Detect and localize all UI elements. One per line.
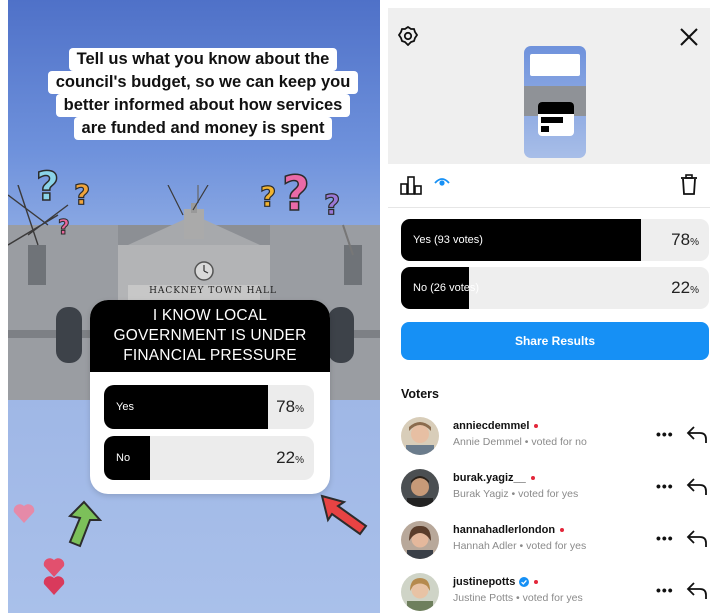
story-thumbnail-area [388, 8, 710, 164]
svg-text:?: ? [58, 215, 70, 239]
avatar[interactable] [401, 573, 439, 611]
reply-icon[interactable] [686, 424, 708, 444]
poll-option-yes-label: Yes [116, 401, 134, 413]
result-bar-no-percent: 22% [671, 278, 699, 297]
voter-username[interactable]: justinepotts [453, 576, 539, 588]
voter-subtitle: Annie Demmel • voted for no [453, 436, 587, 448]
svg-text:?: ? [36, 164, 59, 210]
poll-results-screen: HACKNEY TOWN HALL Tell us what you know … [0, 0, 710, 613]
svg-text:?: ? [260, 180, 276, 213]
result-bar-yes-label: Yes (93 votes) [413, 234, 483, 246]
poll-question: I KNOW LOCAL GOVERNMENT IS UNDER FINANCI… [90, 300, 330, 372]
close-icon[interactable] [678, 26, 700, 48]
heart-icon [43, 576, 65, 595]
result-bar-no: No (26 votes) 22% [401, 267, 709, 309]
svg-text:?: ? [282, 166, 310, 222]
poll-option-no: No 22% [104, 436, 314, 480]
more-options-icon[interactable]: ••• [656, 582, 674, 598]
poll-option-yes-percent: 78% [276, 397, 304, 416]
voters-heading: Voters [401, 387, 439, 401]
poll-option-no-label: No [116, 452, 131, 464]
voter-row[interactable]: anniecdemmel Annie Demmel • voted for no… [388, 414, 710, 464]
poll-option-yes: Yes 78% [104, 385, 314, 429]
question-marks-sticker-left: ? ? ? [35, 163, 91, 239]
verified-badge-icon [519, 577, 530, 588]
voter-username[interactable]: hannahadlerlondon [453, 524, 565, 536]
avatar[interactable] [401, 469, 439, 507]
trash-icon[interactable] [680, 174, 698, 196]
caption-line-4: are funded and money is spent [73, 117, 333, 140]
svg-text:?: ? [74, 178, 90, 211]
result-bar-yes-percent: 78% [671, 230, 699, 249]
story-thumbnail[interactable] [524, 46, 586, 158]
reply-icon[interactable] [686, 580, 708, 600]
bar-chart-icon[interactable] [400, 175, 422, 195]
panel-tabs [388, 164, 710, 208]
more-options-icon[interactable]: ••• [656, 478, 674, 494]
eye-icon[interactable] [434, 176, 450, 190]
result-bar-no-label: No (26 votes) [413, 282, 480, 294]
voter-username[interactable]: burak.yagiz__ [453, 472, 535, 484]
svg-text:?: ? [324, 188, 340, 221]
live-dot [534, 424, 539, 429]
result-bar-yes: Yes (93 votes) 78% [401, 219, 709, 261]
voter-subtitle: Burak Yagiz • voted for yes [453, 488, 579, 500]
more-options-icon[interactable]: ••• [656, 426, 674, 442]
voter-row[interactable]: hannahadlerlondon Hannah Adler • voted f… [388, 518, 710, 568]
live-dot [530, 476, 535, 481]
reply-icon[interactable] [686, 528, 708, 548]
voter-row[interactable]: justinepotts Justine Potts • voted for y… [388, 570, 710, 613]
avatar[interactable] [401, 417, 439, 455]
settings-icon[interactable] [398, 26, 418, 46]
story-caption: Tell us what you know about the council'… [38, 48, 368, 140]
caption-line-2: council's budget, so we can keep you [47, 71, 359, 94]
arrow-up-icon [67, 500, 102, 548]
live-dot [560, 528, 565, 533]
voter-subtitle: Hannah Adler • voted for yes [453, 540, 587, 552]
question-marks-sticker-right: ? ? ? [259, 165, 340, 223]
share-results-button[interactable]: Share Results [401, 322, 709, 360]
building-sign: HACKNEY TOWN HALL [149, 286, 277, 296]
caption-line-3: better informed about how services [55, 94, 351, 117]
voter-subtitle: Justine Potts • voted for yes [453, 592, 583, 604]
poll-option-no-percent: 22% [276, 448, 304, 467]
voter-username[interactable]: anniecdemmel [453, 420, 539, 432]
story-preview: HACKNEY TOWN HALL Tell us what you know … [8, 0, 380, 613]
voter-row[interactable]: burak.yagiz__ Burak Yagiz • voted for ye… [388, 466, 710, 516]
arrow-down-icon [320, 494, 368, 536]
results-panel: Yes (93 votes) 78% No (26 votes) 22% Sha… [388, 0, 710, 613]
reply-icon[interactable] [686, 476, 708, 496]
avatar[interactable] [401, 521, 439, 559]
more-options-icon[interactable]: ••• [656, 530, 674, 546]
caption-line-1: Tell us what you know about the [68, 48, 338, 71]
live-dot [534, 580, 539, 585]
poll-sticker: I KNOW LOCAL GOVERNMENT IS UNDER FINANCI… [90, 300, 330, 494]
heart-icon [13, 504, 35, 523]
